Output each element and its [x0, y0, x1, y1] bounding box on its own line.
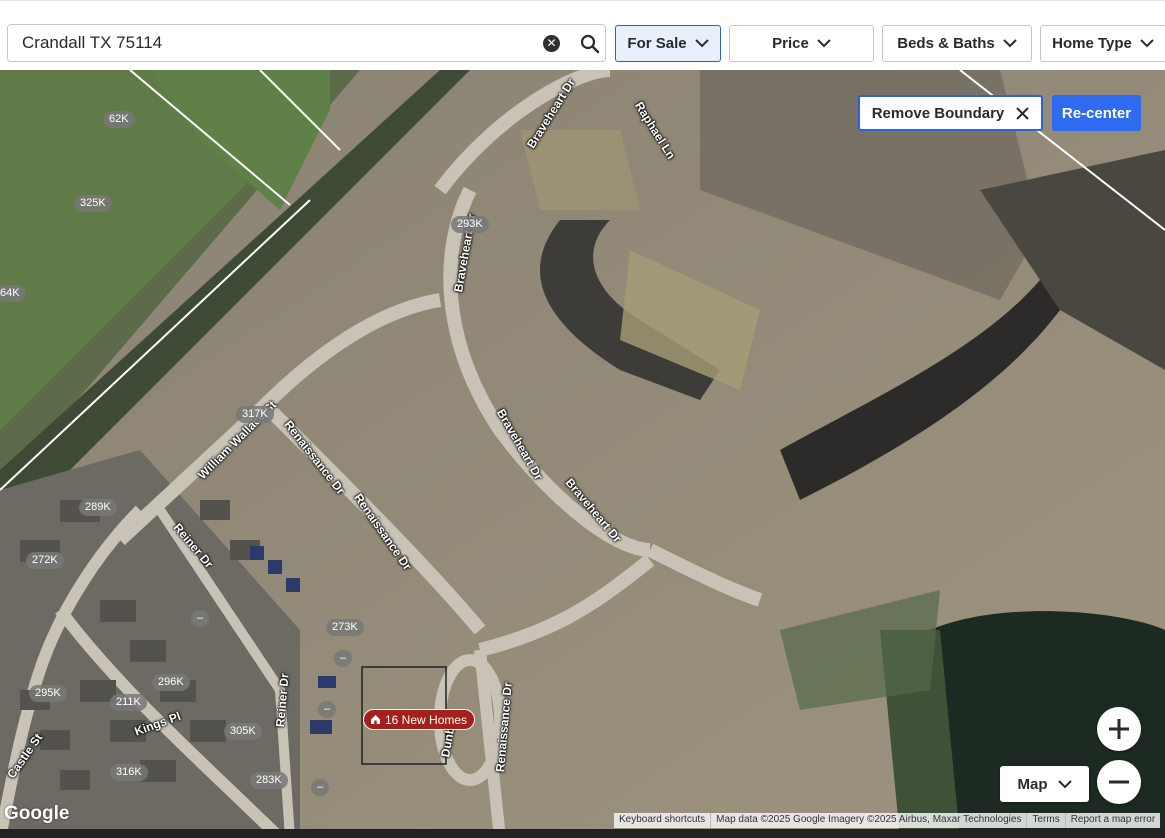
price-marker[interactable]: 293K — [451, 216, 489, 233]
price-marker[interactable]: 317K — [236, 406, 274, 423]
empty-marker[interactable]: – — [191, 610, 210, 627]
minus-icon — [1109, 780, 1129, 784]
for-sale-label: For Sale — [627, 35, 687, 52]
home-type-filter[interactable]: Home Type — [1040, 25, 1165, 62]
price-marker[interactable]: 289K — [79, 499, 117, 516]
search-input[interactable] — [22, 32, 522, 54]
price-marker[interactable]: 316K — [110, 764, 148, 781]
terms-link[interactable]: Terms — [1026, 813, 1064, 828]
zoom-out-button[interactable] — [1097, 760, 1141, 804]
search-box: ✕ — [7, 24, 606, 62]
keyboard-shortcuts-link[interactable]: Keyboard shortcuts — [614, 813, 710, 828]
price-marker[interactable]: 62K — [103, 111, 135, 128]
chevron-down-icon — [1003, 39, 1017, 48]
map-attribution: Keyboard shortcuts Map data ©2025 Google… — [614, 813, 1161, 828]
price-marker[interactable]: 64K — [0, 285, 26, 302]
price-marker[interactable]: 295K — [29, 685, 67, 702]
zoom-in-button[interactable] — [1097, 707, 1141, 751]
price-label: Price — [772, 35, 809, 52]
price-marker[interactable]: 296K — [152, 674, 190, 691]
for-sale-filter[interactable]: For Sale — [615, 25, 721, 62]
map-data-text: Map data ©2025 Google Imagery ©2025 Airb… — [710, 813, 1026, 828]
home-type-label: Home Type — [1052, 35, 1132, 52]
chevron-down-icon — [1140, 39, 1154, 48]
report-error-link[interactable]: Report a map error — [1064, 813, 1160, 828]
remove-boundary-label: Remove Boundary — [871, 104, 1005, 122]
empty-marker[interactable]: – — [311, 779, 330, 796]
map-canvas[interactable]: Braveheart Dr Raphael Ln Braveheart Dr B… — [0, 70, 1165, 838]
price-marker[interactable]: 272K — [26, 552, 64, 569]
bottom-bar — [0, 829, 1165, 838]
map-type-label: Map — [1017, 775, 1048, 793]
empty-marker[interactable]: – — [334, 650, 353, 667]
price-marker[interactable]: 325K — [74, 195, 112, 212]
map-type-button[interactable]: Map — [1000, 766, 1089, 802]
chevron-down-icon — [1057, 779, 1072, 788]
recenter-label: Re-center — [1061, 104, 1132, 122]
price-marker[interactable]: 305K — [224, 723, 262, 740]
recenter-button[interactable]: Re-center — [1052, 95, 1141, 131]
chevron-down-icon — [817, 39, 831, 48]
price-filter[interactable]: Price — [729, 25, 874, 62]
close-icon — [1016, 106, 1029, 120]
price-marker[interactable]: 273K — [326, 619, 364, 636]
cluster-label: 16 New Homes — [385, 712, 468, 727]
plus-icon — [1109, 719, 1129, 739]
price-marker[interactable]: 283K — [250, 772, 288, 789]
beds-baths-filter[interactable]: Beds & Baths — [882, 25, 1032, 62]
new-homes-cluster[interactable]: 16 New Homes — [363, 709, 476, 730]
price-marker[interactable]: 211K — [110, 694, 147, 711]
beds-baths-label: Beds & Baths — [897, 35, 995, 52]
empty-marker[interactable]: – — [318, 701, 337, 718]
chevron-down-icon — [694, 39, 709, 48]
x-circle-icon[interactable]: ✕ — [543, 35, 560, 52]
remove-boundary-button[interactable]: Remove Boundary — [858, 95, 1043, 131]
search-icon[interactable] — [579, 33, 601, 55]
google-logo: Google — [4, 803, 70, 824]
home-icon — [371, 715, 380, 724]
top-toolbar: ✕ For Sale Price Beds & Baths Home Type — [0, 0, 1165, 70]
